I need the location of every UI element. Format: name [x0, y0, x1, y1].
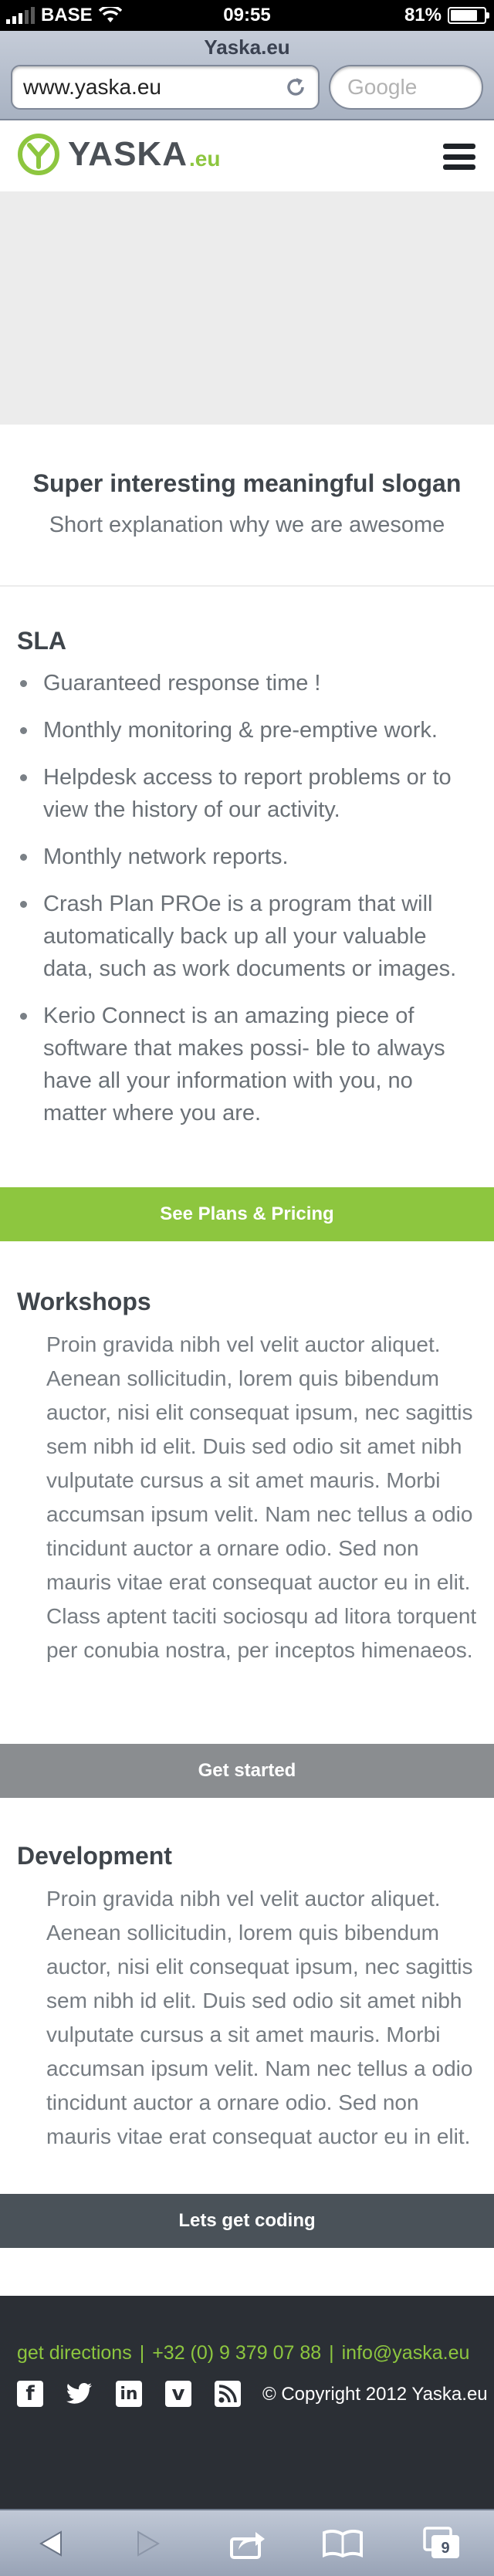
- yaska-logo-icon: [18, 134, 59, 175]
- url-field[interactable]: www.yaska.eu: [11, 65, 320, 110]
- menu-icon[interactable]: [443, 144, 475, 170]
- sla-list: Guaranteed response time ! Monthly monit…: [19, 667, 482, 1144]
- list-item: Kerio Connect is an amazing piece of sof…: [19, 1000, 482, 1129]
- sla-heading: SLA: [17, 627, 66, 655]
- back-icon[interactable]: [34, 2524, 68, 2563]
- search-input[interactable]: [347, 75, 465, 100]
- browser-address-bar: Yaska.eu www.yaska.eu: [0, 31, 494, 120]
- divider: [0, 585, 494, 587]
- battery-group: 81%: [404, 5, 489, 26]
- logo[interactable]: YASKA .eu: [17, 133, 220, 176]
- facebook-icon[interactable]: f: [17, 2381, 43, 2407]
- development-text: Proin gravida nibh vel velit auctor aliq…: [46, 1887, 473, 2148]
- copyright: © Copyright 2012 Yaska.eu: [262, 2384, 488, 2405]
- battery-percent: 81%: [404, 5, 442, 25]
- contact-line: get directions | +32 (0) 9 379 07 88 | info@…: [17, 2342, 469, 2364]
- rss-icon[interactable]: [215, 2381, 241, 2407]
- separator: |: [329, 2342, 334, 2364]
- linkedin-icon[interactable]: in: [116, 2381, 142, 2407]
- site-footer: get directions | +32 (0) 9 379 07 88 | info@…: [0, 2296, 494, 2509]
- see-plans-button[interactable]: See Plans & Pricing: [0, 1187, 494, 1241]
- phone-link[interactable]: +32 (0) 9 379 07 88: [152, 2342, 321, 2364]
- list-item: Monthly network reports.: [19, 841, 482, 873]
- share-icon[interactable]: [228, 2524, 267, 2563]
- tabs-icon-graphic: 9: [423, 2527, 459, 2558]
- list-item: Guaranteed response time !: [19, 667, 482, 699]
- get-directions-link[interactable]: get directions: [17, 2342, 132, 2364]
- email-link[interactable]: info@yaska.eu: [342, 2342, 470, 2364]
- tabs-count: 9: [441, 2540, 449, 2557]
- battery-icon: [448, 7, 489, 24]
- social-links: f in v: [17, 2381, 241, 2407]
- bookmarks-icon[interactable]: [321, 2524, 364, 2563]
- separator: |: [139, 2342, 145, 2364]
- tabs-icon[interactable]: 9: [421, 2524, 463, 2563]
- logo-tld: .eu: [188, 147, 221, 171]
- logo-word: YASKA: [68, 135, 188, 173]
- workshops-heading: Workshops: [17, 1288, 151, 1315]
- hero-image-placeholder: [0, 191, 494, 425]
- page-title: Yaska.eu: [204, 36, 290, 59]
- get-started-button[interactable]: Get started: [0, 1744, 494, 1798]
- lets-get-coding-button[interactable]: Lets get coding: [0, 2194, 494, 2248]
- list-item: Crash Plan PROe is a program that will a…: [19, 888, 482, 985]
- url-text: www.yaska.eu: [23, 75, 161, 99]
- twitter-icon[interactable]: [66, 2381, 93, 2407]
- status-bar: BASE 09:55 81%: [0, 0, 494, 31]
- tagline: Short explanation why we are awesome: [49, 513, 445, 537]
- list-item: Helpdesk access to report problems or to…: [19, 761, 482, 826]
- browser-toolbar: 9: [0, 2509, 494, 2576]
- reload-icon[interactable]: [284, 76, 307, 99]
- development-heading: Development: [17, 1842, 172, 1870]
- slogan: Super interesting meaningful slogan: [32, 469, 462, 497]
- list-item: Monthly monitoring & pre-emptive work.: [19, 714, 482, 746]
- search-field[interactable]: [329, 65, 483, 110]
- vimeo-icon[interactable]: v: [165, 2381, 191, 2407]
- forward-icon[interactable]: [131, 2524, 165, 2563]
- site-header: YASKA .eu: [0, 122, 494, 191]
- workshops-text: Proin gravida nibh vel velit auctor aliq…: [46, 1332, 477, 1662]
